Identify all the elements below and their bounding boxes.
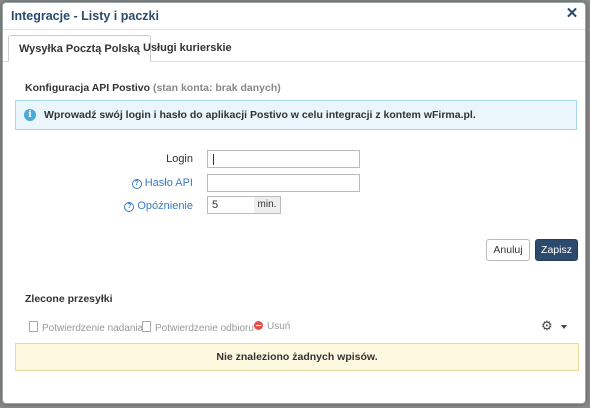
- chevron-down-icon: [561, 325, 567, 329]
- account-status: (stan konta: brak danych): [152, 82, 281, 94]
- cancel-button[interactable]: Anuluj: [486, 239, 530, 261]
- password-input[interactable]: [207, 174, 360, 192]
- help-icon: ?: [131, 179, 142, 189]
- help-icon: ?: [124, 202, 135, 212]
- info-icon: i: [24, 109, 36, 121]
- document-icon: [142, 321, 151, 332]
- document-icon: [29, 321, 38, 332]
- action-label: Potwierdzenie nadania: [42, 323, 144, 334]
- delete-icon: [254, 321, 263, 330]
- info-text: Wprowadź swój login i hasło do aplikacji…: [44, 109, 476, 121]
- orders-title: Zlecone przesyłki: [25, 293, 113, 305]
- login-input[interactable]: [207, 150, 360, 168]
- password-label[interactable]: ? Hasło API: [73, 177, 193, 189]
- dialog-title: Integracje - Listy i paczki: [11, 9, 159, 23]
- delay-label-text: Opóźnienie: [137, 200, 193, 212]
- config-section-title: Konfiguracja API Postivo (stan konta: br…: [25, 82, 281, 94]
- gears-icon: ⚙: [541, 318, 553, 333]
- tab-kurierskie[interactable]: Usługi kurierskie: [133, 35, 242, 61]
- receipt-confirmation-action[interactable]: Potwierdzenie odbioru: [142, 321, 254, 334]
- text-cursor: [213, 154, 214, 165]
- delay-value: 5: [212, 199, 219, 211]
- empty-state: Nie znaleziono żadnych wpisów.: [15, 343, 579, 371]
- delete-action[interactable]: Usuń: [254, 321, 290, 332]
- password-label-text: Hasło API: [144, 177, 193, 189]
- settings-dropdown[interactable]: ⚙: [541, 319, 569, 333]
- dialog-header: Integracje - Listy i paczki ✕: [3, 3, 585, 30]
- config-title: Konfiguracja API Postivo: [25, 82, 151, 94]
- save-button[interactable]: Zapisz: [535, 239, 578, 261]
- delay-input[interactable]: 5: [207, 196, 255, 214]
- tab-bar: Wysyłka Pocztą Polską Usługi kurierskie: [3, 29, 585, 62]
- info-alert: i Wprowadź swój login i hasło do aplikac…: [15, 100, 577, 130]
- delay-label[interactable]: ? Opóźnienie: [73, 200, 193, 212]
- action-label: Potwierdzenie odbioru: [155, 323, 254, 334]
- close-icon[interactable]: ✕: [565, 6, 579, 21]
- delay-unit: min.: [254, 196, 281, 214]
- tab-poczta-polska[interactable]: Wysyłka Pocztą Polską: [8, 35, 151, 62]
- action-label: Usuń: [267, 321, 291, 332]
- dispatch-confirmation-action[interactable]: Potwierdzenie nadania: [29, 321, 143, 334]
- login-label: Login: [166, 153, 193, 165]
- integrations-dialog: Integracje - Listy i paczki ✕ Wysyłka Po…: [2, 2, 586, 404]
